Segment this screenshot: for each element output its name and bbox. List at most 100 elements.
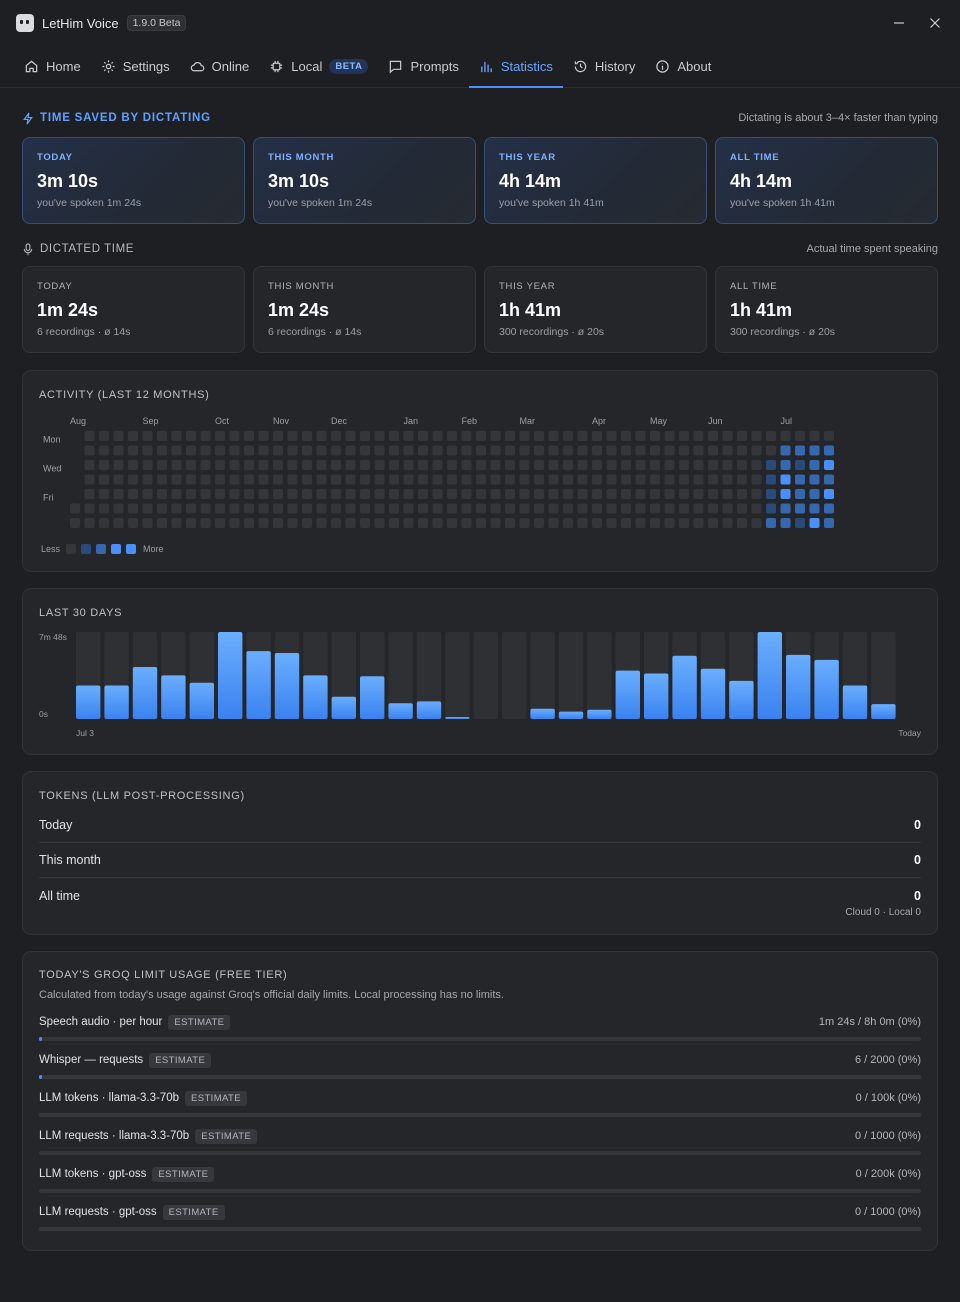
tab-prompts[interactable]: Prompts [378,46,468,87]
bar [76,685,101,719]
heatmap-cell [389,518,399,528]
heatmap-cell [200,445,211,456]
heatmap-cell [809,474,820,485]
heatmap-cell [606,489,617,499]
heatmap-cell [128,460,138,470]
heatmap-cell [447,474,457,485]
heatmap-cell [157,445,167,456]
heatmap-cell [809,445,820,456]
heatmap-cell [476,431,486,441]
heatmap-cell [418,474,428,485]
time-saved-note: Dictating is about 3–4× faster than typi… [738,112,938,124]
heatmap-cell [432,445,443,456]
heatmap-cell [635,445,646,456]
heatmap-cell [157,431,167,441]
tab-label: Prompts [410,59,459,74]
heatmap-cell [505,503,515,514]
bar [445,717,470,719]
bar [757,632,782,719]
limit-row: LLM tokens · gpt-oss ESTIMATE 0 / 200k (0%… [39,1165,921,1193]
heatmap-cell [461,474,472,485]
heatmap-cell [273,431,283,441]
heatmap-cell [766,503,776,514]
heatmap-cell [519,489,530,499]
minimize-button[interactable] [888,12,910,34]
tab-statistics[interactable]: Statistics [468,46,563,88]
heatmap-cell [534,489,544,499]
heatmap-cell [795,489,805,499]
heatmap-cell [316,474,327,485]
heatmap-cell [592,503,602,514]
legend-swatch [96,544,106,554]
heatmap-cell [722,489,733,499]
tab-local[interactable]: Local BETA [259,46,378,87]
heatmap-cell [331,460,341,470]
close-button[interactable] [924,12,946,34]
heatmap-cell [490,503,501,514]
close-icon [930,18,940,28]
legend-swatch [81,544,91,554]
heatmap-cell [780,445,791,456]
heatmap-cell [693,489,704,499]
month-label: Jul [781,416,793,426]
heatmap-cell [171,489,182,499]
activity-panel: ACTIVITY (LAST 12 MONTHS) Aug Sep Oct Nov De… [22,370,938,572]
tab-label: Statistics [500,59,553,74]
heatmap-cell [606,518,617,528]
bar-track [587,632,612,719]
tab-online[interactable]: Online [180,46,260,87]
heatmap-cell [360,445,370,456]
heatmap-cell [751,489,762,499]
month-label: May [650,416,668,426]
bar [615,670,640,719]
heatmap-cell [737,460,747,470]
heatmap-cell [171,460,182,470]
heatmap-cell [679,445,689,456]
heatmap-cell [186,503,196,514]
heatmap-cell [157,474,167,485]
legend-swatch [111,544,121,554]
heatmap-cell [679,460,689,470]
heatmap-cell [258,445,269,456]
heatmap-cell [447,460,457,470]
heatmap-cell [795,503,805,514]
heatmap-cell [766,518,776,528]
tab-settings[interactable]: Settings [91,46,180,87]
heatmap-cell [418,489,428,499]
heatmap-cell [577,518,588,528]
tab-label: About [677,59,712,74]
bar [842,685,868,719]
tab-home[interactable]: Home [14,46,91,87]
tab-history[interactable]: History [563,46,645,87]
heatmap-cell [244,474,254,485]
heatmap-cell [592,474,602,485]
stat-card: THIS MONTH 1m 24s 6 recordings · ø 14s [253,266,476,353]
info-icon [656,60,670,73]
heatmap-cell [113,431,124,441]
heatmap-cell [186,474,196,485]
heatmap-cell [606,474,617,485]
tab-about[interactable]: About [645,46,721,87]
heatmap-cell [84,489,95,499]
estimate-badge: ESTIMATE [162,1205,225,1220]
heatmap-cell [534,503,544,514]
heatmap-cell [621,474,631,485]
heatmap-cell [171,474,182,485]
heatmap-cell [708,489,718,499]
heatmap-cell [84,518,95,528]
tokens-row: This month 0 [39,843,921,878]
heatmap-cell [751,460,762,470]
dictated-header: DICTATED TIME Actual time spent speaking [0,241,960,257]
heatmap-cell [577,460,588,470]
heatmap-cell [229,503,240,514]
heatmap-cell [360,503,370,514]
heatmap-cell [490,518,501,528]
heatmap-cell [128,474,138,485]
gear-icon [102,60,115,73]
heatmap-cell [215,445,225,456]
heatmap-cell [432,518,443,528]
heatmap-cell [128,431,138,441]
heatmap-cell [577,431,588,441]
heatmap-cell [403,489,414,499]
stat-card: THIS MONTH 3m 10s you've spoken 1m 24s [253,137,476,224]
